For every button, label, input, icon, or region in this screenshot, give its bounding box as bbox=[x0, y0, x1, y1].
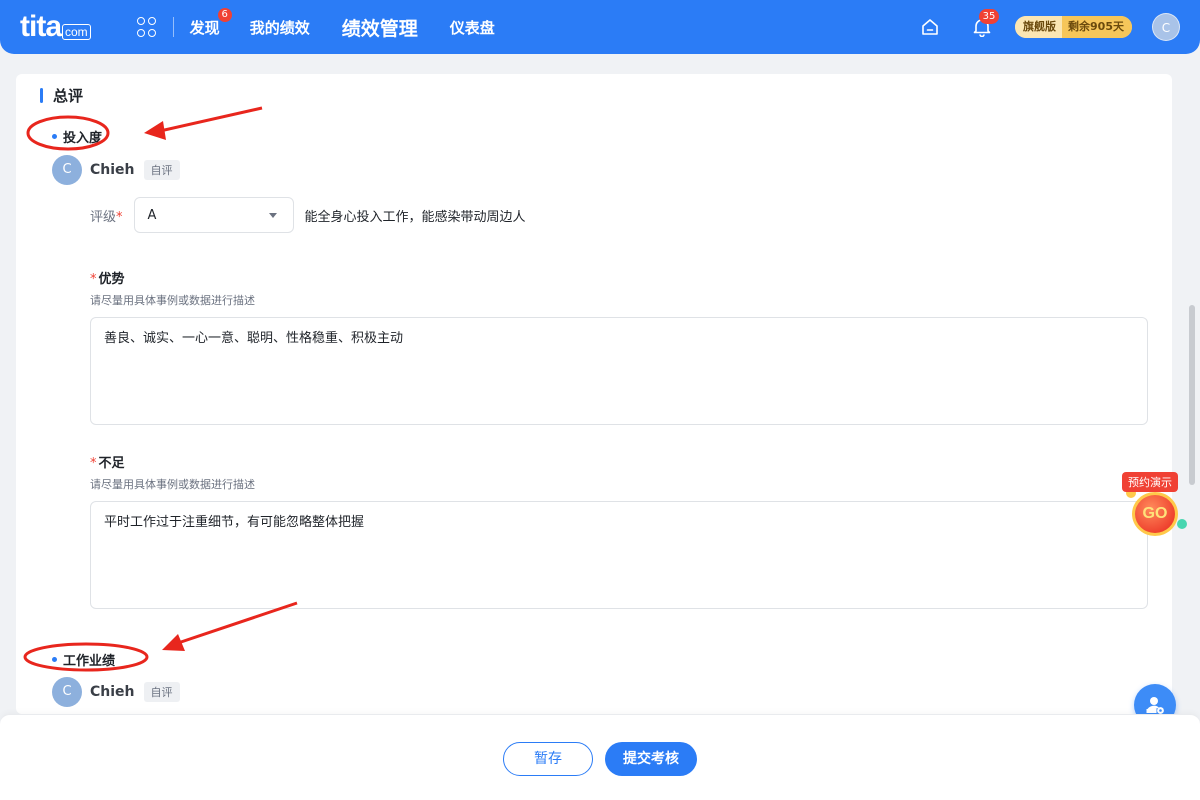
engagement-user-row: C Chieh 自评 bbox=[52, 155, 180, 185]
user-settings-icon bbox=[1146, 697, 1164, 714]
nav-divider bbox=[172, 17, 174, 37]
required-mark: * bbox=[116, 209, 123, 225]
self-review-tag: 自评 bbox=[143, 682, 180, 702]
strengths-label-text: 优势 bbox=[98, 272, 125, 287]
decor-dot bbox=[1177, 519, 1187, 529]
nav-dashboard[interactable]: 仪表盘 bbox=[450, 17, 495, 38]
rating-label: 评级* bbox=[90, 206, 123, 225]
self-review-tag: 自评 bbox=[143, 160, 180, 180]
bottom-action-bar: 暂存 提交考核 bbox=[0, 714, 1200, 800]
performance-title-text: 工作业绩 bbox=[63, 654, 116, 669]
submit-review-button[interactable]: 提交考核 bbox=[605, 742, 697, 776]
nav-discover-label: 发现 bbox=[189, 18, 220, 37]
weaknesses-hint: 请尽量用具体事例或数据进行描述 bbox=[90, 478, 255, 491]
user-name: Chieh bbox=[90, 684, 135, 700]
notification-count: 35 bbox=[979, 9, 1000, 24]
book-demo-tag: 预约演示 bbox=[1122, 472, 1178, 492]
performance-title: 工作业绩 bbox=[52, 650, 115, 669]
top-nav-bar: tita com 发现 6 我的绩效 绩效管理 仪表盘 35 旗舰版 剩余905… bbox=[0, 0, 1200, 54]
weaknesses-textarea[interactable]: 平时工作过于注重细节，有可能忽略整体把握 bbox=[90, 501, 1148, 609]
bullet-dot bbox=[52, 657, 57, 662]
notification-bell[interactable]: 35 bbox=[973, 9, 1000, 38]
weaknesses-label: * 不足 bbox=[90, 452, 125, 471]
save-draft-button[interactable]: 暂存 bbox=[503, 742, 593, 776]
avatar: C bbox=[52, 677, 82, 707]
review-form-card: 总评 投入度 C Chieh 自评 评级* A 能全身心投入工作，能感染带动周边… bbox=[16, 74, 1172, 714]
plan-badge[interactable]: 旗舰版 剩余905天 bbox=[1015, 16, 1132, 38]
rating-label-text: 评级 bbox=[90, 209, 117, 225]
section-title-bar bbox=[40, 88, 43, 103]
bullet-dot bbox=[52, 134, 57, 139]
user-avatar[interactable]: C bbox=[1152, 13, 1180, 41]
logo-text: tita bbox=[20, 10, 62, 43]
section-title: 总评 bbox=[40, 85, 83, 106]
nav-my-performance[interactable]: 我的绩效 bbox=[250, 17, 310, 38]
caret-down-icon bbox=[268, 212, 277, 218]
tita-logo[interactable]: tita com bbox=[20, 12, 91, 42]
discover-badge: 6 bbox=[217, 7, 232, 22]
plan-remaining: 剩余905天 bbox=[1062, 16, 1132, 38]
scrollbar-thumb[interactable] bbox=[1189, 305, 1195, 485]
user-name: Chieh bbox=[90, 162, 135, 178]
home-icon[interactable] bbox=[921, 18, 939, 36]
section-title-text: 总评 bbox=[53, 87, 84, 105]
nav-my-performance-label: 我的绩效 bbox=[249, 18, 310, 37]
performance-user-row: C Chieh 自评 bbox=[52, 677, 180, 707]
go-badge: GO bbox=[1132, 492, 1178, 536]
engagement-title: 投入度 bbox=[52, 127, 102, 146]
required-mark: * bbox=[90, 272, 97, 287]
rating-description: 能全身心投入工作，能感染带动周边人 bbox=[304, 209, 526, 225]
nav-performance-management-label: 绩效管理 bbox=[341, 17, 418, 40]
required-mark: * bbox=[90, 456, 97, 471]
top-right-tools: 35 旗舰版 剩余905天 C bbox=[921, 0, 1200, 54]
engagement-title-text: 投入度 bbox=[63, 131, 103, 146]
strengths-label: * 优势 bbox=[90, 268, 125, 287]
nav-discover[interactable]: 发现 6 bbox=[189, 7, 232, 38]
book-demo-widget[interactable]: GO 预约演示 bbox=[1120, 470, 1192, 544]
apps-grid-icon[interactable] bbox=[136, 17, 157, 37]
nav-performance-management[interactable]: 绩效管理 bbox=[342, 14, 418, 41]
strengths-hint: 请尽量用具体事例或数据进行描述 bbox=[90, 294, 255, 307]
weaknesses-label-text: 不足 bbox=[98, 456, 125, 471]
strengths-textarea[interactable]: 善良、诚实、一心一意、聪明、性格稳重、积极主动 bbox=[90, 317, 1148, 425]
rating-select[interactable]: A bbox=[133, 197, 294, 233]
rating-row: 评级* A 能全身心投入工作，能感染带动周边人 bbox=[90, 197, 526, 233]
avatar: C bbox=[52, 155, 82, 185]
logo-suffix: com bbox=[62, 24, 91, 40]
nav-dashboard-label: 仪表盘 bbox=[449, 18, 495, 37]
plan-name: 旗舰版 bbox=[1015, 16, 1063, 38]
rating-select-value: A bbox=[147, 207, 157, 223]
